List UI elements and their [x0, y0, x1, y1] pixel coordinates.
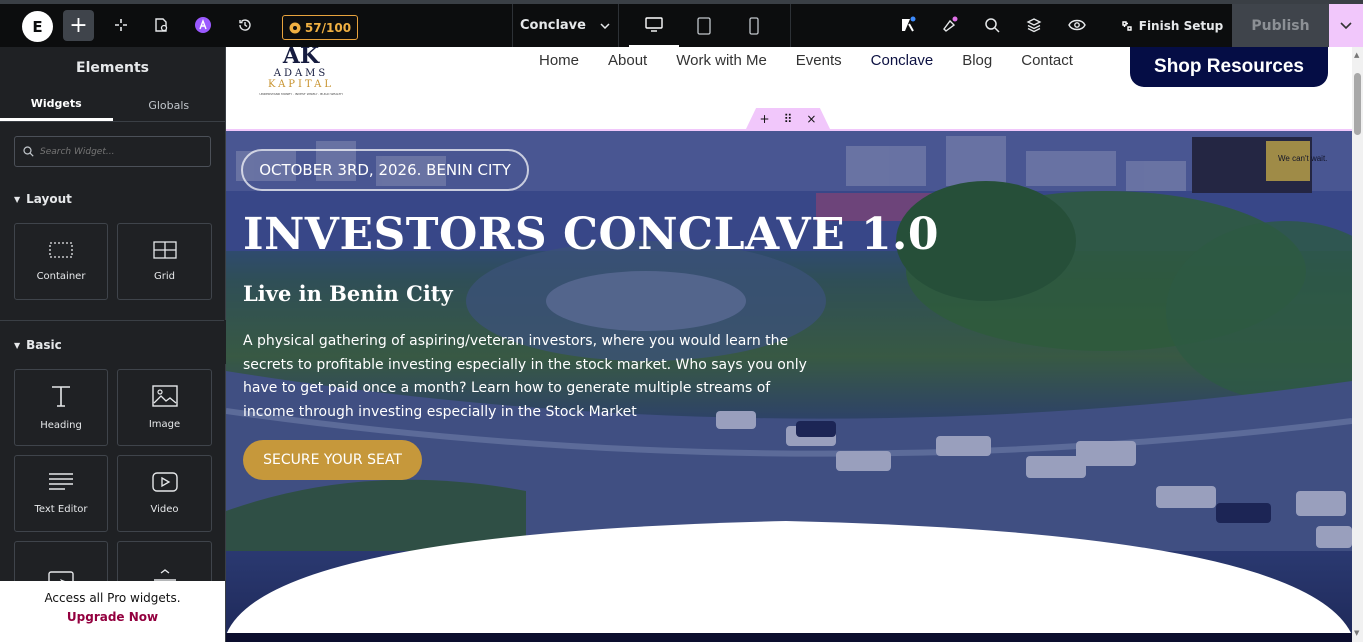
pro-text: Access all Pro widgets.	[44, 591, 181, 605]
delete-section-icon[interactable]: ×	[806, 112, 816, 126]
widget-video[interactable]: Video	[117, 455, 212, 532]
structure-icon[interactable]	[106, 10, 136, 40]
caret-down-icon: ▼	[14, 194, 21, 204]
scroll-down-icon[interactable]: ▼	[1354, 629, 1359, 637]
preview-eye-icon[interactable]	[1062, 10, 1092, 40]
grid-icon	[152, 241, 177, 259]
event-date-pill: OCTOBER 3RD, 2026. BENIN CITY	[241, 149, 529, 191]
search-icon	[23, 146, 34, 157]
panel-tabs: Widgets Globals	[0, 89, 225, 122]
nav-blog[interactable]: Blog	[962, 52, 992, 69]
page-selector[interactable]: Conclave	[512, 4, 618, 47]
site-score-badge[interactable]: 57/100	[282, 15, 358, 40]
page-settings-icon[interactable]	[146, 10, 176, 40]
site-logo[interactable]: AK ADAMS KAPITAL UNDERSTAND MONEY . INVE…	[256, 47, 346, 103]
tab-globals[interactable]: Globals	[113, 89, 226, 121]
nav-events[interactable]: Events	[796, 52, 842, 69]
nav-conclave[interactable]: Conclave	[871, 52, 934, 69]
publish-button[interactable]: Publish	[1232, 4, 1329, 47]
nav-contact[interactable]: Contact	[1021, 52, 1073, 69]
image-icon	[151, 385, 178, 407]
tab-widgets[interactable]: Widgets	[0, 89, 113, 121]
widget-heading[interactable]: Heading	[14, 369, 108, 446]
heading-icon	[52, 386, 70, 407]
section-layout-header[interactable]: ▼ Layout	[0, 175, 225, 223]
mobile-view-button[interactable]	[729, 4, 779, 47]
add-section-icon[interactable]: +	[760, 112, 770, 126]
ai-icon[interactable]	[188, 10, 218, 40]
widget-search[interactable]	[14, 136, 211, 167]
notes-icon[interactable]	[893, 10, 923, 40]
finish-setup-button[interactable]: Finish Setup	[1112, 4, 1232, 47]
score-icon	[289, 22, 301, 33]
editor-topbar: E + 57/100 Conclave Finish Setup Publish	[0, 0, 1363, 47]
add-element-button[interactable]: +	[63, 10, 94, 41]
nav-about[interactable]: About	[608, 52, 647, 69]
editor-canvas: AK ADAMS KAPITAL UNDERSTAND MONEY . INVE…	[226, 47, 1363, 642]
section-basic-header[interactable]: ▼ Basic	[0, 321, 225, 369]
hero-curve-divider	[226, 521, 1351, 633]
panel-title: Elements	[76, 60, 149, 76]
hero-description: A physical gathering of aspiring/veteran…	[243, 333, 807, 420]
mobile-icon	[749, 16, 759, 35]
caret-down-icon: ▼	[14, 340, 21, 350]
scroll-thumb[interactable]	[1354, 73, 1361, 135]
scroll-up-icon[interactable]: ▲	[1354, 51, 1359, 59]
widget-text-editor[interactable]: Text Editor	[14, 455, 108, 532]
nav-work-with-me[interactable]: Work with Me	[676, 52, 767, 69]
site-header: AK ADAMS KAPITAL UNDERSTAND MONEY . INVE…	[226, 47, 1352, 129]
shop-resources-button[interactable]: Shop Resources	[1130, 47, 1328, 87]
video-icon	[151, 472, 178, 492]
widget-image[interactable]: Image	[117, 369, 212, 446]
container-icon	[49, 242, 73, 258]
drag-handle-icon[interactable]: ⠿	[784, 112, 793, 126]
site-nav: Home About Work with Me Events Conclave …	[539, 52, 1102, 69]
hero-section[interactable]: We can't wait. OCTOBER 3RD, 2026. BENIN …	[226, 129, 1352, 633]
nav-home[interactable]: Home	[539, 52, 579, 69]
next-section-edge	[226, 633, 1352, 642]
chevron-down-icon	[1340, 21, 1352, 29]
pro-upsell: Access all Pro widgets. Upgrade Now	[0, 581, 225, 642]
secure-seat-button[interactable]: SECURE YOUR SEAT	[243, 440, 422, 480]
history-icon[interactable]	[230, 10, 260, 40]
whats-new-icon[interactable]	[935, 10, 965, 40]
chevron-down-icon	[600, 22, 610, 29]
elementor-logo-button[interactable]: E	[22, 11, 53, 42]
layout-widgets: Container Grid	[0, 223, 225, 300]
desktop-view-button[interactable]	[629, 4, 679, 47]
tablet-icon	[697, 16, 711, 35]
search-icon[interactable]	[977, 10, 1007, 40]
upgrade-now-link[interactable]: Upgrade Now	[0, 610, 225, 624]
widget-grid[interactable]: Grid	[117, 223, 212, 300]
section-handle[interactable]: + ⠿ ×	[746, 108, 830, 129]
canvas-scrollbar[interactable]: ▲ ▼	[1352, 47, 1363, 642]
layers-icon[interactable]	[1019, 10, 1049, 40]
elements-panel: Elements Widgets Globals ▼ Layout Contai…	[0, 47, 226, 642]
widget-container[interactable]: Container	[14, 223, 108, 300]
desktop-icon	[645, 16, 663, 32]
hero-subtitle: Live in Benin City	[243, 281, 453, 306]
hero-title: INVESTORS CONCLAVE 1.0	[243, 209, 939, 260]
text-editor-icon	[49, 473, 73, 490]
search-widget-input[interactable]	[40, 146, 200, 157]
publish-options-button[interactable]	[1329, 4, 1363, 47]
setup-icon	[1122, 20, 1132, 31]
tablet-view-button[interactable]	[679, 4, 729, 47]
